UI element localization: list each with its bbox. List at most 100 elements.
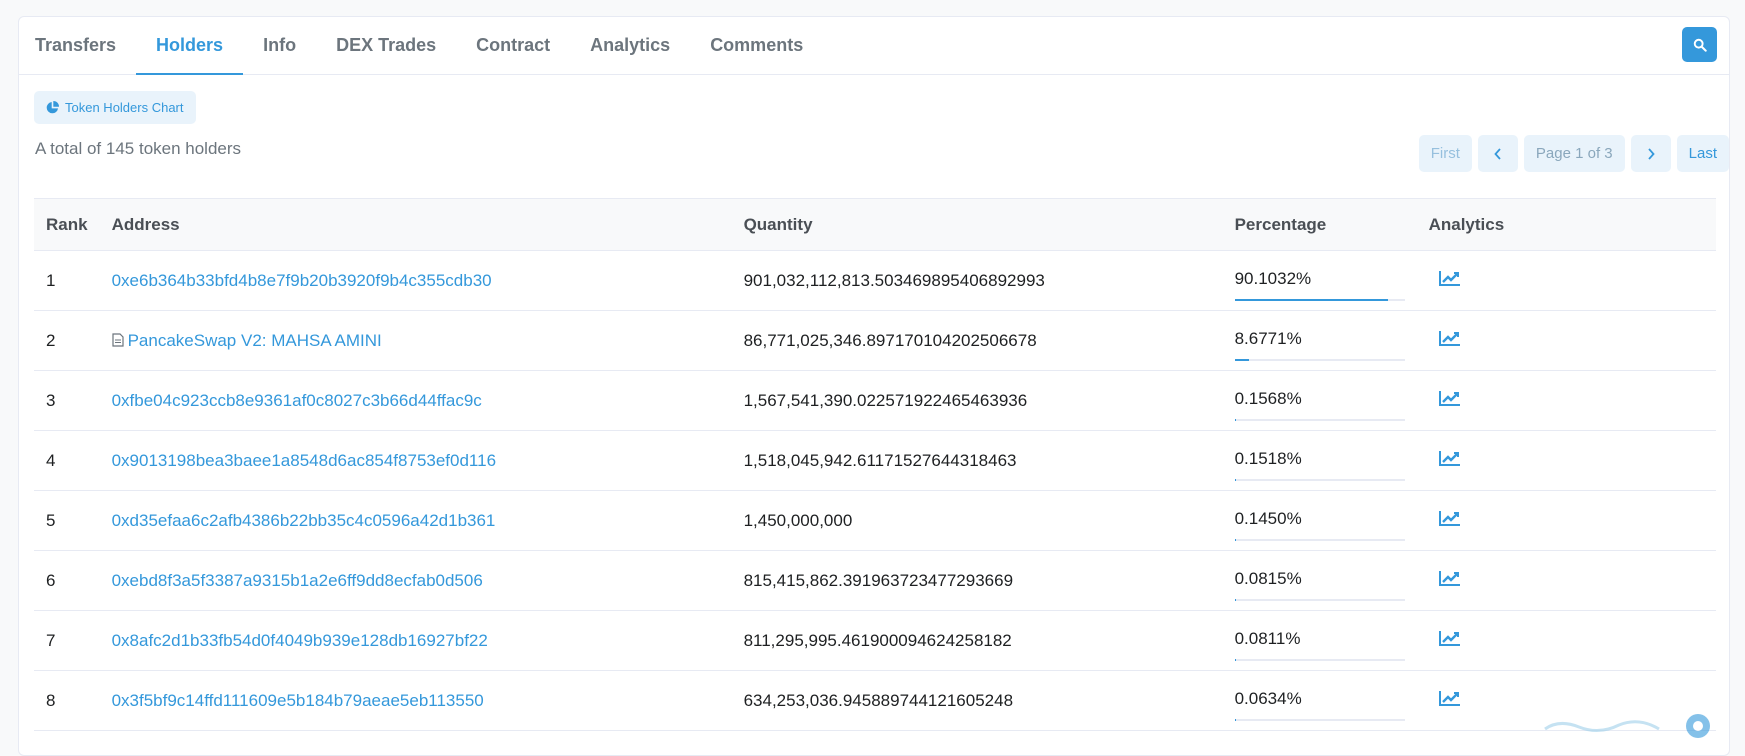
percentage-bar bbox=[1234, 358, 1405, 361]
percentage-cell: 0.1568% bbox=[1222, 370, 1417, 431]
address-link[interactable]: 0x3f5bf9c14ffd111609e5b184b79aeae5eb1135… bbox=[112, 691, 484, 710]
watermark-logo bbox=[1539, 711, 1711, 741]
table-row: 8 0x3f5bf9c14ffd111609e5b184b79aeae5eb113… bbox=[34, 670, 1716, 731]
tab-holders[interactable]: Holders bbox=[136, 17, 244, 75]
address-cell: PancakeSwap V2: MAHSA AMINI bbox=[99, 310, 732, 371]
tab-bar: Transfers Holders Info DEX Trades Contra… bbox=[19, 17, 1729, 75]
percentage-bar-fill bbox=[1234, 358, 1250, 361]
table-row: 1 0xe6b364b33bfd4b8e7f9b20b3920f9b4c355cd… bbox=[34, 250, 1716, 311]
chart-button-label: Token Holders Chart bbox=[65, 100, 184, 115]
header-quantity: Quantity bbox=[731, 198, 1223, 251]
header-rank: Rank bbox=[34, 198, 100, 251]
rank-cell: 2 bbox=[34, 310, 100, 371]
tab-transfers[interactable]: Transfers bbox=[35, 17, 136, 74]
token-holders-chart-button[interactable]: Token Holders Chart bbox=[34, 91, 196, 124]
analytics-chart-icon[interactable] bbox=[1438, 570, 1461, 591]
search-button[interactable] bbox=[1682, 27, 1717, 62]
quantity-cell: 901,032,112,813.503469895406892993 bbox=[731, 250, 1223, 311]
page-info: Page 1 of 3 bbox=[1523, 135, 1625, 172]
percentage-bar bbox=[1234, 478, 1405, 481]
percentage-value: 0.0811% bbox=[1234, 628, 1301, 648]
percentage-bar bbox=[1234, 718, 1405, 721]
address-link[interactable]: 0xe6b364b33bfd4b8e7f9b20b3920f9b4c355cdb… bbox=[112, 271, 492, 290]
percentage-value: 8.6771% bbox=[1234, 328, 1302, 348]
percentage-value: 0.1518% bbox=[1234, 448, 1302, 468]
header-address: Address bbox=[99, 198, 732, 251]
rank-cell: 7 bbox=[34, 610, 100, 671]
contract-document-icon bbox=[111, 332, 124, 347]
percentage-bar bbox=[1234, 538, 1405, 541]
percentage-bar-fill bbox=[1234, 538, 1236, 541]
pagination: First Page 1 of 3 Last bbox=[1418, 135, 1729, 172]
tab-dex-trades[interactable]: DEX Trades bbox=[316, 17, 456, 74]
tab-contract[interactable]: Contract bbox=[456, 17, 570, 74]
table-row: 6 0xebd8f3a5f3387a9315b1a2e6ff9dd8ecfab0d… bbox=[34, 550, 1716, 611]
percentage-bar bbox=[1234, 598, 1405, 601]
tab-comments[interactable]: Comments bbox=[690, 17, 823, 74]
last-page-button[interactable]: Last bbox=[1676, 135, 1729, 172]
rank-cell: 3 bbox=[34, 370, 100, 431]
header-percentage: Percentage bbox=[1222, 198, 1417, 251]
pie-chart-icon bbox=[46, 101, 59, 114]
table-row: 3 0xfbe04c923ccb8e9361af0c8027c3b66d44ffa… bbox=[34, 370, 1716, 431]
rank-cell: 1 bbox=[34, 250, 100, 311]
address-link[interactable]: 0x8afc2d1b33fb54d0f4049b939e128db16927bf… bbox=[112, 631, 488, 650]
analytics-chart-icon[interactable] bbox=[1438, 690, 1461, 711]
analytics-cell bbox=[1416, 430, 1716, 491]
rank-cell: 4 bbox=[34, 430, 100, 491]
tab-analytics[interactable]: Analytics bbox=[570, 17, 690, 74]
quantity-cell: 86,771,025,346.897170104202506678 bbox=[731, 310, 1223, 371]
table-header-row: Rank Address Quantity Percentage Analyti… bbox=[34, 198, 1716, 251]
address-cell: 0xd35efaa6c2afb4386b22bb35c4c0596a42d1b3… bbox=[99, 490, 732, 551]
chevron-right-icon bbox=[1647, 147, 1655, 160]
percentage-value: 0.1450% bbox=[1234, 508, 1302, 528]
quantity-cell: 1,567,541,390.022571922465463936 bbox=[731, 370, 1223, 431]
address-link[interactable]: 0xd35efaa6c2afb4386b22bb35c4c0596a42d1b3… bbox=[112, 511, 496, 530]
analytics-chart-icon[interactable] bbox=[1438, 270, 1461, 291]
address-link[interactable]: 0x9013198bea3baee1a8548d6ac854f8753ef0d1… bbox=[112, 451, 496, 470]
analytics-cell bbox=[1416, 550, 1716, 611]
percentage-value: 0.0634% bbox=[1234, 688, 1302, 708]
quantity-cell: 634,253,036.945889744121605248 bbox=[731, 670, 1223, 731]
chevron-left-icon bbox=[1494, 147, 1501, 160]
analytics-chart-icon[interactable] bbox=[1438, 510, 1461, 531]
quantity-cell: 1,518,045,942.61171527644318463 bbox=[731, 430, 1223, 491]
percentage-bar bbox=[1234, 658, 1405, 661]
table-row: 5 0xd35efaa6c2afb4386b22bb35c4c0596a42d1b… bbox=[34, 490, 1716, 551]
analytics-chart-icon[interactable] bbox=[1438, 390, 1461, 411]
quantity-cell: 815,415,862.391963723477293669 bbox=[731, 550, 1223, 611]
analytics-chart-icon[interactable] bbox=[1438, 630, 1461, 651]
analytics-chart-icon[interactable] bbox=[1438, 450, 1461, 471]
prev-page-button[interactable] bbox=[1477, 135, 1518, 172]
address-cell: 0xe6b364b33bfd4b8e7f9b20b3920f9b4c355cdb… bbox=[99, 250, 732, 311]
analytics-cell bbox=[1416, 250, 1716, 311]
address-link[interactable]: 0xebd8f3a5f3387a9315b1a2e6ff9dd8ecfab0d5… bbox=[112, 571, 483, 590]
percentage-bar-fill bbox=[1234, 298, 1388, 301]
first-page-button[interactable]: First bbox=[1418, 135, 1472, 172]
address-link[interactable]: 0xfbe04c923ccb8e9361af0c8027c3b66d44ffac… bbox=[112, 391, 482, 410]
percentage-cell: 8.6771% bbox=[1222, 310, 1417, 371]
percentage-cell: 0.0815% bbox=[1222, 550, 1417, 611]
percentage-bar bbox=[1234, 298, 1405, 301]
address-link[interactable]: PancakeSwap V2: MAHSA AMINI bbox=[128, 331, 382, 350]
analytics-chart-icon[interactable] bbox=[1438, 330, 1461, 351]
address-cell: 0xebd8f3a5f3387a9315b1a2e6ff9dd8ecfab0d5… bbox=[99, 550, 732, 611]
search-icon bbox=[1693, 38, 1707, 52]
percentage-bar-fill bbox=[1234, 418, 1236, 421]
percentage-bar-fill bbox=[1234, 658, 1236, 661]
percentage-bar-fill bbox=[1234, 598, 1236, 601]
total-holders-text: A total of 145 token holders bbox=[35, 139, 242, 158]
address-cell: 0x8afc2d1b33fb54d0f4049b939e128db16927bf… bbox=[99, 610, 732, 671]
holders-table: Rank Address Quantity Percentage Analyti… bbox=[34, 198, 1716, 731]
percentage-cell: 0.1518% bbox=[1222, 430, 1417, 491]
tab-info[interactable]: Info bbox=[243, 17, 316, 74]
address-cell: 0xfbe04c923ccb8e9361af0c8027c3b66d44ffac… bbox=[99, 370, 732, 431]
percentage-bar-fill bbox=[1234, 718, 1236, 721]
percentage-bar bbox=[1234, 418, 1405, 421]
table-row: 4 0x9013198bea3baee1a8548d6ac854f8753ef0d… bbox=[34, 430, 1716, 491]
next-page-button[interactable] bbox=[1630, 135, 1671, 172]
analytics-cell bbox=[1416, 490, 1716, 551]
analytics-cell bbox=[1416, 370, 1716, 431]
rank-cell: 8 bbox=[34, 670, 100, 731]
percentage-value: 0.0815% bbox=[1234, 568, 1302, 588]
